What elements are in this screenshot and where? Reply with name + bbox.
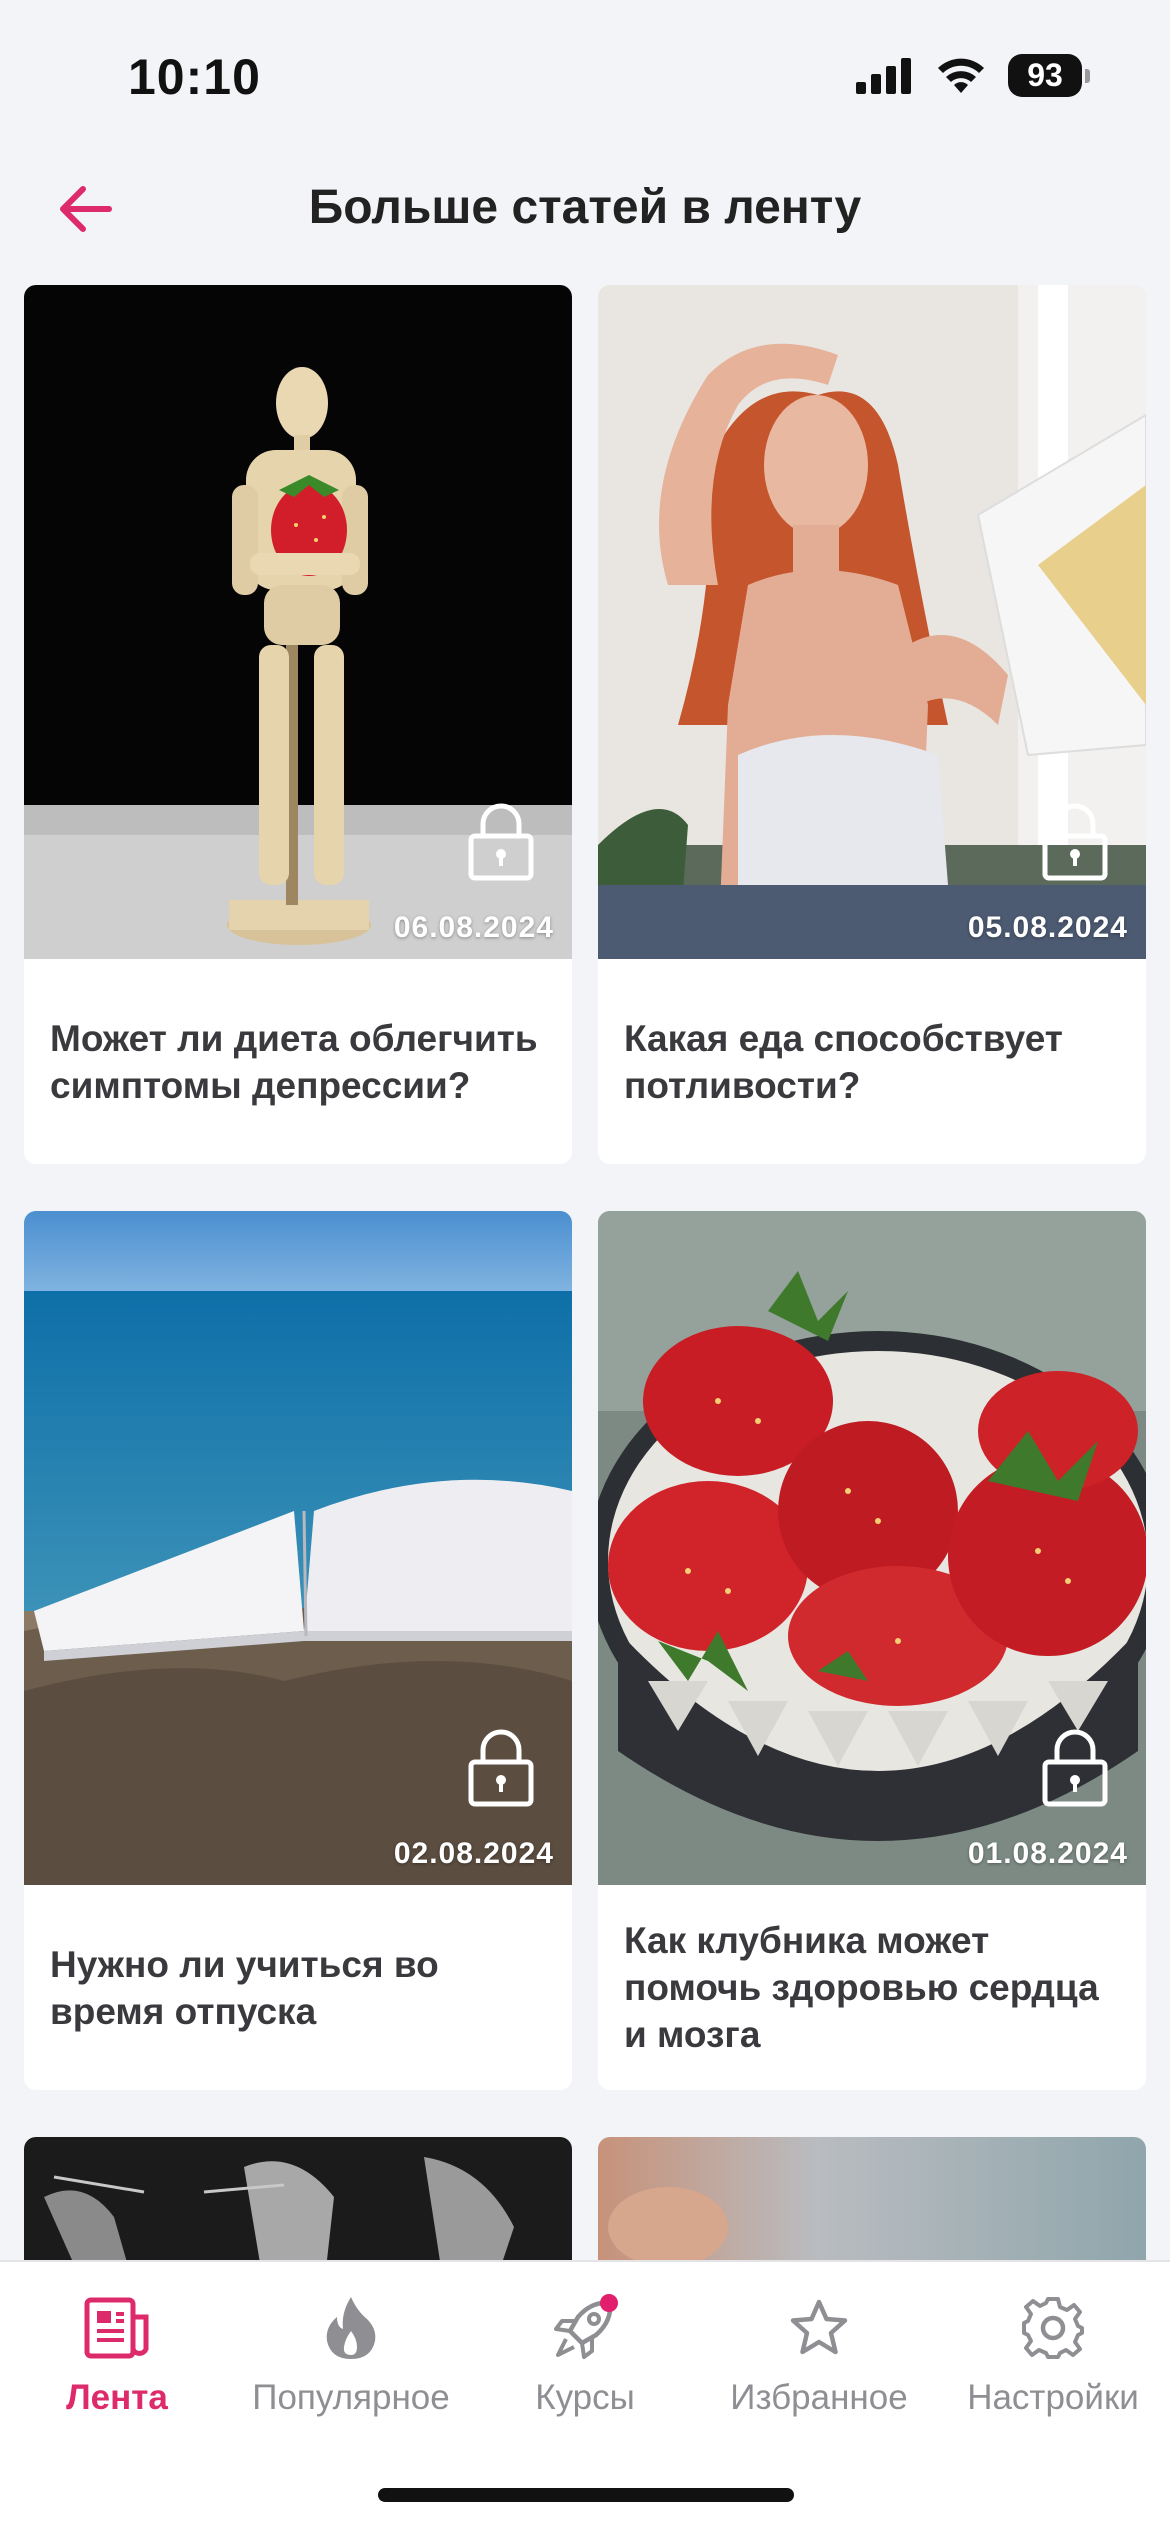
battery-level: 93 bbox=[1008, 54, 1082, 97]
article-image: 01.08.2024 bbox=[598, 1211, 1146, 1885]
lock-icon bbox=[1042, 1729, 1108, 1807]
wifi-icon bbox=[938, 58, 984, 93]
tab-label: Избранное bbox=[730, 2378, 908, 2417]
article-image: 02.08.2024 bbox=[24, 1211, 572, 1885]
article-title: Как клубника может помочь здоровью сердц… bbox=[624, 1920, 1099, 2055]
notification-badge bbox=[600, 2294, 618, 2312]
lock-icon bbox=[1042, 803, 1108, 881]
article-title: Какая еда способствует потливости? bbox=[624, 1017, 1063, 1106]
flame-icon bbox=[326, 2297, 376, 2359]
article-title: Нужно ли учиться во время отпуска bbox=[50, 1943, 439, 2032]
signal-icon bbox=[856, 57, 911, 94]
article-date: 05.08.2024 bbox=[967, 911, 1128, 944]
status-bar: 10:10 93 bbox=[0, 0, 1170, 150]
article-image: 05.08.2024 bbox=[598, 285, 1146, 959]
page-title: Больше статей в ленту bbox=[308, 181, 862, 234]
lock-icon bbox=[468, 803, 534, 881]
article-card[interactable]: 05.08.2024 Какая еда способствует потлив… bbox=[598, 285, 1146, 1164]
article-date: 01.08.2024 bbox=[967, 1837, 1128, 1870]
article-date: 06.08.2024 bbox=[393, 911, 554, 944]
article-image: 06.08.2024 bbox=[24, 285, 572, 959]
status-icons: 93 bbox=[856, 54, 1090, 97]
tab-label: Лента bbox=[66, 2378, 168, 2417]
article-card[interactable]: 02.08.2024 Нужно ли учиться во время отп… bbox=[24, 1211, 572, 2090]
gear-icon bbox=[1022, 2297, 1084, 2359]
tab-popular[interactable]: Популярное bbox=[234, 2292, 468, 2418]
article-card[interactable]: 01.08.2024 Как клубника может помочь здо… bbox=[598, 1211, 1146, 2090]
tab-label: Популярное bbox=[252, 2378, 450, 2417]
tab-feed[interactable]: Лента bbox=[0, 2292, 234, 2418]
tab-courses[interactable]: Курсы bbox=[468, 2292, 702, 2418]
star-icon bbox=[790, 2299, 848, 2355]
home-indicator bbox=[378, 2488, 794, 2502]
tab-settings[interactable]: Настройки bbox=[936, 2292, 1170, 2418]
article-date: 02.08.2024 bbox=[393, 1837, 554, 1870]
article-title: Может ли диета облегчить симптомы депрес… bbox=[50, 1017, 538, 1106]
tab-favorites[interactable]: Избранное bbox=[702, 2292, 936, 2418]
tab-label: Настройки bbox=[967, 2378, 1139, 2417]
tab-label: Курсы bbox=[535, 2378, 635, 2417]
news-icon bbox=[84, 2297, 149, 2359]
status-time: 10:10 bbox=[128, 49, 261, 105]
battery-icon: 93 bbox=[1008, 54, 1090, 97]
article-card[interactable]: 06.08.2024 Может ли диета облегчить симп… bbox=[24, 285, 572, 1164]
nav-bar: Больше статей в ленту bbox=[0, 150, 1170, 270]
lock-icon bbox=[468, 1729, 534, 1807]
